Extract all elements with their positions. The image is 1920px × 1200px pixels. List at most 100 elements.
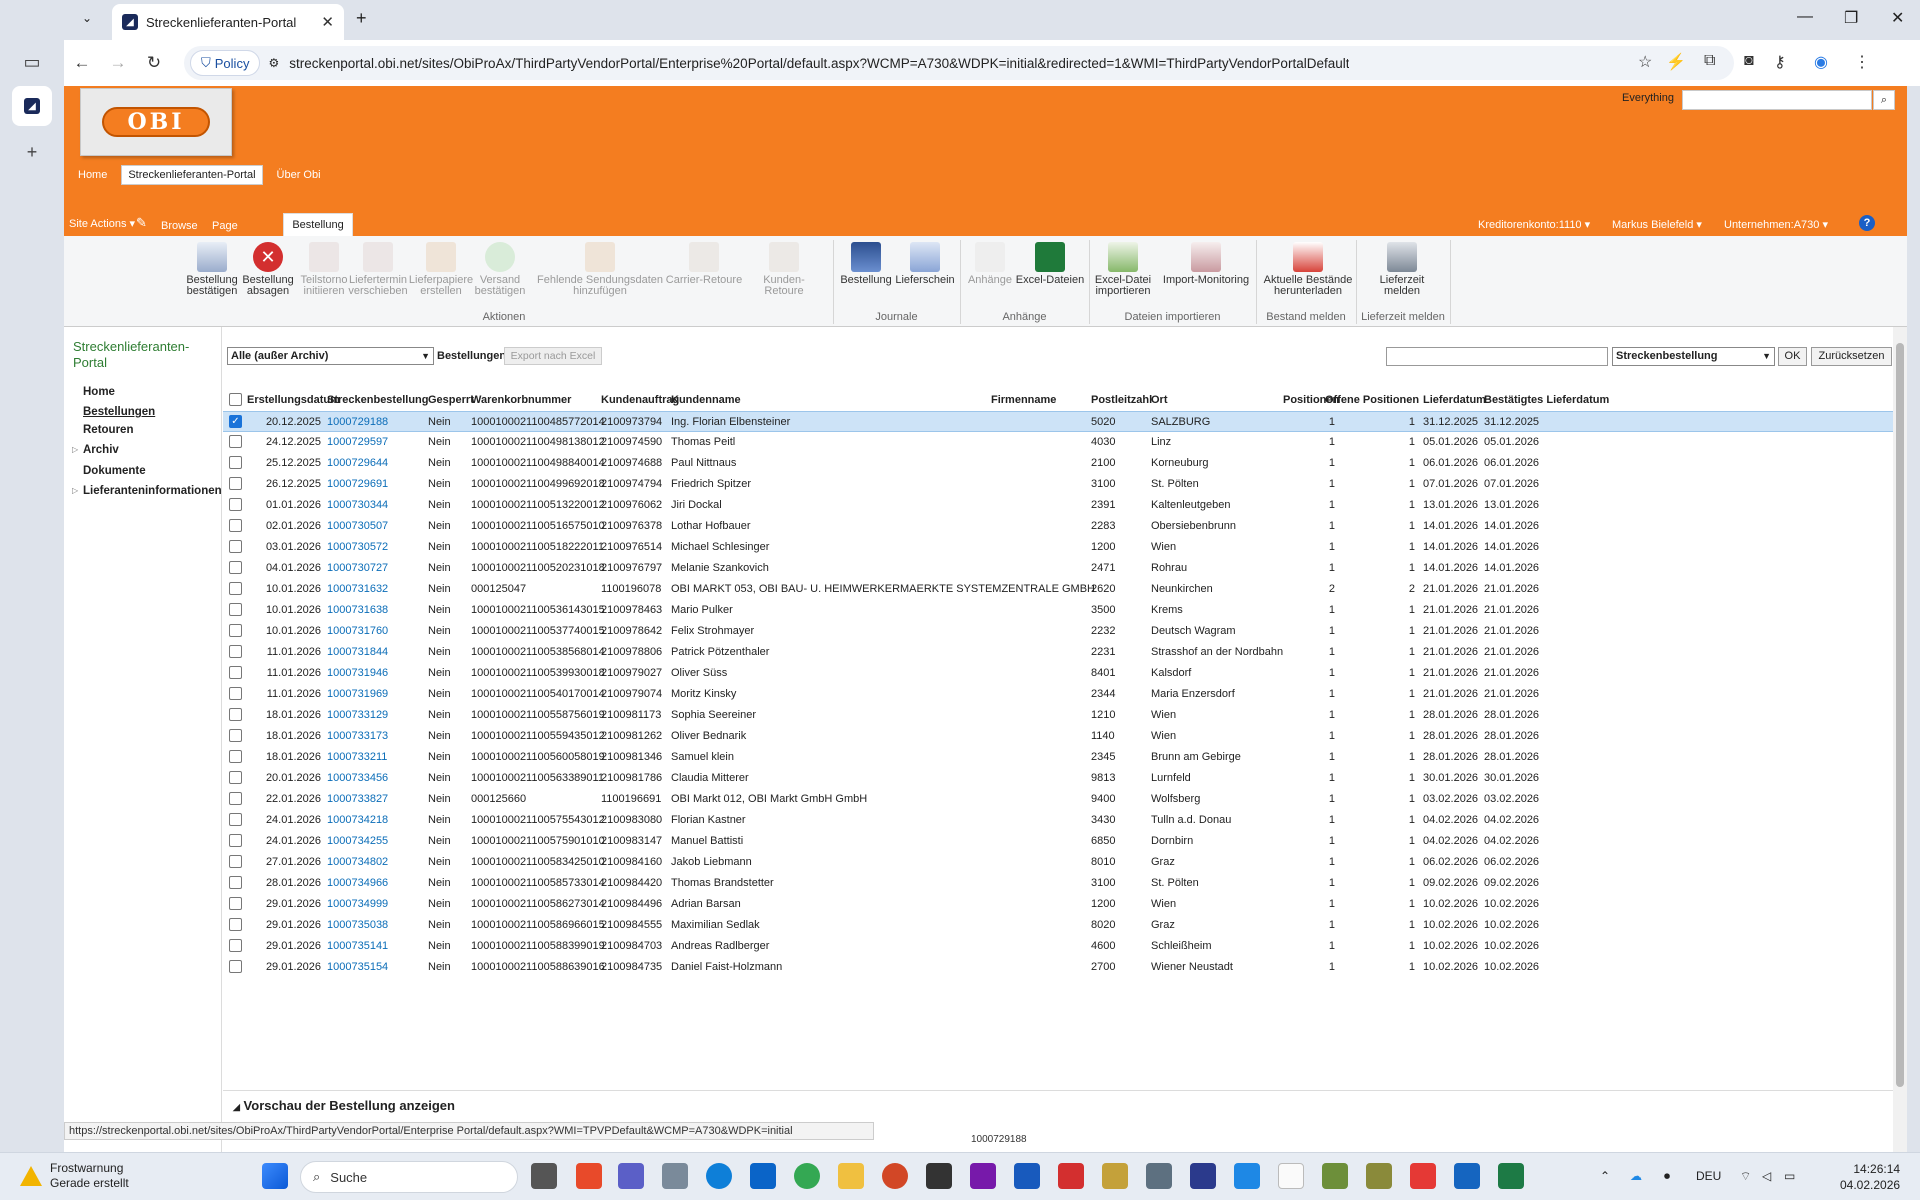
- topnav-streckenlieferanten[interactable]: Streckenlieferanten-Portal: [121, 165, 263, 185]
- order-link[interactable]: 1000733173: [327, 730, 388, 742]
- bookmark-star-icon[interactable]: ☆: [1638, 52, 1652, 72]
- taskbar-search[interactable]: ⌕ Suche: [300, 1161, 518, 1193]
- order-link[interactable]: 1000735154: [327, 961, 388, 973]
- order-link[interactable]: 1000729597: [327, 436, 388, 448]
- column-header[interactable]: Kundenauftrag: [601, 394, 679, 406]
- app-icon[interactable]: [1322, 1163, 1348, 1189]
- volume-icon[interactable]: ◁: [1762, 1169, 1771, 1183]
- column-header[interactable]: Offene Positionen: [1325, 394, 1419, 406]
- view-filter-select[interactable]: Alle (außer Archiv) ▼: [227, 347, 434, 365]
- topnav-home[interactable]: Home: [72, 166, 113, 184]
- order-link[interactable]: 1000731638: [327, 604, 388, 616]
- row-checkbox[interactable]: [229, 456, 242, 469]
- table-row[interactable]: 10.01.2026 1000731638 Nein 1000100021100536…: [223, 600, 1894, 621]
- reset-button[interactable]: Zurücksetzen: [1811, 347, 1892, 366]
- order-link[interactable]: 1000734966: [327, 877, 388, 889]
- row-checkbox[interactable]: [229, 960, 242, 973]
- bestellung-bestaetigen-button[interactable]: Bestellung bestätigen: [179, 242, 245, 297]
- order-link[interactable]: 1000729188: [327, 416, 388, 428]
- table-row[interactable]: 02.01.2026 1000730507 Nein 1000100021100516…: [223, 516, 1894, 537]
- tray-chevron-icon[interactable]: ⌃: [1600, 1169, 1610, 1183]
- row-checkbox[interactable]: [229, 477, 242, 490]
- unternehmen-menu[interactable]: Unternehmen:A730 ▾: [1724, 218, 1828, 231]
- row-checkbox[interactable]: [229, 540, 242, 553]
- ribbon-tab-page[interactable]: Page: [212, 220, 238, 232]
- row-checkbox[interactable]: [229, 792, 242, 805]
- row-checkbox[interactable]: [229, 708, 242, 721]
- reload-icon[interactable]: ↻: [136, 53, 172, 73]
- table-row[interactable]: 24.12.2025 1000729597 Nein 1000100021100498…: [223, 432, 1894, 453]
- nav-lieferanteninfo-expand-icon[interactable]: ▷: [72, 486, 78, 495]
- row-checkbox[interactable]: [229, 687, 242, 700]
- table-row[interactable]: 20.01.2026 1000733456 Nein 1000100021100563…: [223, 768, 1894, 789]
- order-link[interactable]: 1000729644: [327, 457, 388, 469]
- table-row[interactable]: 10.01.2026 1000731632 Nein 000125047 1100196…: [223, 579, 1894, 600]
- powerpoint-icon[interactable]: [882, 1163, 908, 1189]
- row-checkbox[interactable]: [229, 561, 242, 574]
- row-checkbox[interactable]: [229, 918, 242, 931]
- app-icon[interactable]: [576, 1163, 602, 1189]
- column-header[interactable]: Gesperrt: [428, 394, 474, 406]
- lieferzeit-melden-button[interactable]: Lieferzeit melden: [1362, 242, 1442, 297]
- microphone-icon[interactable]: ⏺: [1664, 1169, 1670, 1184]
- search-field-select[interactable]: Streckenbestellung ▼: [1612, 347, 1775, 366]
- order-link[interactable]: 1000735141: [327, 940, 388, 952]
- key-icon[interactable]: ⚷: [1774, 52, 1786, 72]
- app-icon[interactable]: [662, 1163, 688, 1189]
- order-link[interactable]: 1000730344: [327, 499, 388, 511]
- obi-logo[interactable]: OBI: [80, 88, 232, 156]
- select-all-checkbox[interactable]: [229, 393, 242, 406]
- excel-taskbar-icon[interactable]: [1498, 1163, 1524, 1189]
- app-icon[interactable]: [1190, 1163, 1216, 1189]
- column-header[interactable]: Warenkorbnummer: [471, 394, 571, 406]
- notepad-icon[interactable]: [1278, 1163, 1304, 1189]
- table-row[interactable]: 29.01.2026 1000735141 Nein 1000100021100588…: [223, 936, 1894, 957]
- column-header[interactable]: Ort: [1151, 394, 1168, 406]
- table-row[interactable]: 29.01.2026 1000735154 Nein 1000100021100588…: [223, 957, 1894, 978]
- nav-dokumente[interactable]: Dokumente: [83, 465, 146, 477]
- battery-icon[interactable]: ▭: [1784, 1169, 1795, 1183]
- help-icon[interactable]: ?: [1859, 215, 1875, 231]
- column-header[interactable]: Bestätigtes Lieferdatum: [1484, 394, 1609, 406]
- bestaende-herunterladen-button[interactable]: Aktuelle Bestände herunterladen: [1259, 242, 1357, 297]
- app-icon[interactable]: [926, 1163, 952, 1189]
- edge-icon[interactable]: [706, 1163, 732, 1189]
- topnav-ueber-obi[interactable]: Über Obi: [271, 166, 327, 184]
- site-search-icon[interactable]: ⌕: [1873, 90, 1895, 110]
- column-header[interactable]: Postleitzahl: [1091, 394, 1152, 406]
- order-link[interactable]: 1000731632: [327, 583, 388, 595]
- bestellung-absagen-button[interactable]: ✕ Bestellung absagen: [237, 242, 299, 297]
- anhaenge-button[interactable]: Anhänge: [964, 242, 1016, 286]
- nav-bestellungen[interactable]: Bestellungen: [83, 406, 155, 418]
- wifi-icon[interactable]: ⌔: [1740, 1169, 1751, 1184]
- preview-toggle[interactable]: ◢ Vorschau der Bestellung anzeigen: [233, 1098, 455, 1113]
- order-link[interactable]: 1000734802: [327, 856, 388, 868]
- table-row[interactable]: 11.01.2026 1000731946 Nein 1000100021100539…: [223, 663, 1894, 684]
- column-header[interactable]: Erstellungsdatum: [247, 394, 340, 406]
- site-search-input[interactable]: [1682, 90, 1872, 110]
- order-link[interactable]: 1000733827: [327, 793, 388, 805]
- order-link[interactable]: 1000733211: [327, 751, 387, 763]
- row-checkbox[interactable]: [229, 897, 242, 910]
- tab-search-chevron-icon[interactable]: ⌄: [82, 11, 92, 25]
- app-icon[interactable]: [1410, 1163, 1436, 1189]
- back-icon[interactable]: ←: [64, 53, 100, 73]
- close-window-icon[interactable]: ✕: [1891, 8, 1904, 28]
- system-clock[interactable]: 14:26:14 04.02.2026: [1840, 1161, 1900, 1193]
- new-tab-plus-icon[interactable]: +: [12, 132, 52, 172]
- row-checkbox[interactable]: [229, 729, 242, 742]
- row-checkbox[interactable]: [229, 498, 242, 511]
- row-checkbox[interactable]: [229, 582, 242, 595]
- todo-icon[interactable]: [1234, 1163, 1260, 1189]
- table-row[interactable]: 03.01.2026 1000730572 Nein 1000100021100518…: [223, 537, 1894, 558]
- app-icon[interactable]: [1102, 1163, 1128, 1189]
- kreditorenkonto-menu[interactable]: Kreditorenkonto:1110 ▾: [1478, 218, 1590, 231]
- new-tab-icon[interactable]: +: [356, 8, 367, 29]
- chrome-icon[interactable]: [794, 1163, 820, 1189]
- extension-bolt-icon[interactable]: ⚡: [1666, 52, 1686, 72]
- user-menu[interactable]: Markus Bielefeld ▾: [1612, 218, 1702, 231]
- table-row[interactable]: 29.01.2026 1000734999 Nein 1000100021100586…: [223, 894, 1894, 915]
- pdf-reader-icon[interactable]: [1058, 1163, 1084, 1189]
- row-checkbox[interactable]: [229, 645, 242, 658]
- row-checkbox[interactable]: [229, 750, 242, 763]
